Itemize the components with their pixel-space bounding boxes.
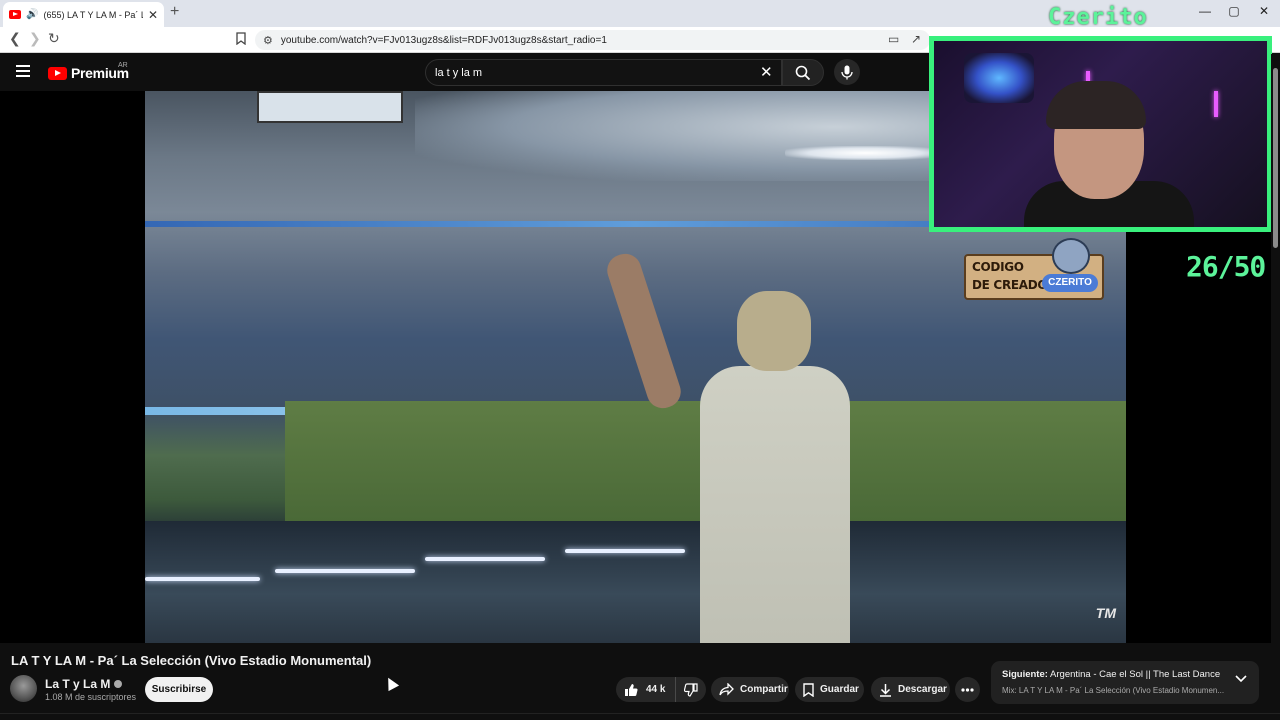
close-window-button[interactable]: ✕ [1249,4,1279,18]
download-icon [880,683,891,697]
stadium-light [785,146,945,160]
browser-tab[interactable]: 🔊 (655) LA T Y LA M - Pa´ La Se ✕ [3,2,164,27]
search-icon [795,65,811,80]
person-head [737,291,811,371]
url-field[interactable]: ⚙ youtube.com/watch?v=FJv013ugz8s&list=R… [255,30,930,50]
chevron-down-icon[interactable] [1235,675,1247,683]
creator-code-line1: CODIGO [972,260,1024,274]
save-label: Guardar [820,684,859,695]
webcam-overlay [929,36,1272,232]
youtube-play-icon [48,66,67,80]
cam-person-hair [1046,81,1146,129]
speaker-icon[interactable]: 🔊 [26,9,38,20]
led-strip [145,577,260,581]
more-actions-button[interactable] [955,677,980,702]
mouse-cursor-icon [382,674,400,692]
tab-close-icon[interactable]: ✕ [148,8,158,22]
creator-code-name: CZERITO [1042,274,1098,292]
download-label: Descargar [898,684,947,695]
download-button[interactable]: Descargar [871,677,950,702]
subscribe-button[interactable]: Suscribirse [145,677,213,702]
led-strip [565,549,685,553]
search-value: la t y la m [435,66,483,79]
save-button[interactable]: Guardar [795,677,864,702]
site-settings-icon[interactable]: ⚙ [263,34,273,47]
creator-code-badge: CODIGO DE CREADOR CZERITO [964,238,1104,302]
youtube-favicon-icon [9,10,21,19]
bookmark-icon[interactable] [236,32,246,48]
thumbs-up-icon [625,683,638,696]
progress-counter: 26/50 [1186,250,1266,283]
tab-title: (655) LA T Y LA M - Pa´ La Se [43,9,142,20]
like-dislike-group: 44 k [616,677,706,702]
dislike-button[interactable] [676,682,706,697]
youtube-logo[interactable]: Premium [48,65,129,81]
search-input[interactable]: la t y la m [425,59,782,86]
minimize-button[interactable]: — [1190,4,1220,18]
cast-icon[interactable]: ▭ [888,32,899,46]
new-tab-icon[interactable]: + [170,3,179,21]
up-next-label: Siguiente: [1002,669,1048,680]
subscriber-count: 1.08 M de suscriptores [45,692,137,702]
more-icon [961,687,974,692]
neon-light [1214,91,1218,117]
mascot-icon [1052,238,1090,274]
up-next-panel[interactable]: Siguiente: Argentina - Cae el Sol || The… [991,661,1259,704]
led-strip [275,569,415,573]
search-button[interactable] [782,59,824,86]
led-strip [425,557,545,561]
channel-name-row[interactable]: La T y La M [45,677,123,691]
share-button[interactable]: Compartir [711,677,789,702]
streamer-name: Czerito [1048,5,1148,30]
person-arm [603,249,685,413]
save-icon [803,682,814,697]
back-icon[interactable]: ❮ [9,30,21,47]
hamburger-menu-icon[interactable] [16,65,30,77]
scroll-thumb[interactable] [1273,68,1278,248]
up-next-mix: Mix: LA T Y LA M - Pa´ La Selección (Viv… [1002,686,1224,695]
like-count: 44 k [646,684,666,695]
channel-avatar[interactable] [10,675,37,702]
country-code: AR [118,62,128,69]
voice-search-button[interactable] [834,59,860,85]
share-page-icon[interactable]: ↗ [911,32,921,46]
share-label: Compartir [740,684,788,695]
person-body [700,366,850,643]
like-button[interactable]: 44 k [616,677,676,702]
video-watermark: TM [1095,605,1116,621]
page-bottom-edge [0,713,1280,720]
cam-light [964,53,1034,103]
clear-search-icon[interactable]: ✕ [760,63,773,81]
url-text: youtube.com/watch?v=FJv013ugz8s&list=RDF… [280,34,607,46]
thumbs-down-icon [684,682,698,697]
up-next-title-row: Siguiente: Argentina - Cae el Sol || The… [1002,669,1220,680]
page-scrollbar[interactable] [1271,54,1280,720]
stadium-screen [257,91,403,123]
share-icon [719,683,734,696]
up-next-title: Argentina - Cae el Sol || The Last Dance [1050,669,1221,680]
video-title: LA T Y LA M - Pa´ La Selección (Vivo Est… [11,653,372,668]
verified-icon [114,680,123,688]
channel-name[interactable]: La T y La M [45,677,110,691]
microphone-icon [841,65,853,79]
railing [145,521,1126,643]
reload-icon[interactable]: ↻ [48,30,60,47]
restore-button[interactable]: ▢ [1219,4,1249,18]
forward-icon[interactable]: ❯ [29,30,41,47]
